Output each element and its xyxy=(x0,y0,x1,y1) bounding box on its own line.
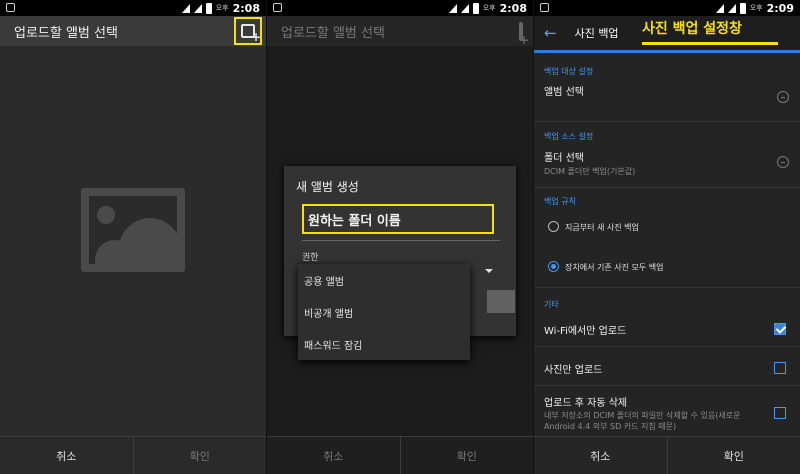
battery-icon xyxy=(739,2,746,14)
section-other: 기타 xyxy=(544,300,559,309)
ampm-label: 오후 xyxy=(215,4,229,12)
page-title: 사진 백업 xyxy=(574,27,619,40)
chevron-down-icon[interactable] xyxy=(485,269,493,273)
photo-backup-settings-screen: 오후 2:09 ← 사진 백업 사진 백업 설정창 백업 대상 설정 앨범 선택… xyxy=(534,0,800,474)
signal-icon xyxy=(181,3,190,13)
wifi-icon xyxy=(727,3,736,13)
section-backup-target: 백업 대상 설정 xyxy=(544,67,594,76)
status-bar: 오후 2:08 xyxy=(267,0,533,16)
wifi-only-checkbox[interactable] xyxy=(774,323,786,335)
image-placeholder-icon xyxy=(81,188,185,272)
option-password-locked[interactable]: 패스워드 잠김 xyxy=(298,328,470,360)
settings-callout-label: 사진 백업 설정창 xyxy=(642,21,742,37)
folder-select-subtitle: DCIM 폴더만 백업(기본값) xyxy=(544,167,636,176)
photos-only-label: 사진만 업로드 xyxy=(544,365,603,376)
notification-icon xyxy=(540,3,549,12)
page-title: 업로드할 앨범 선택 xyxy=(14,25,118,41)
auto-delete-checkbox[interactable] xyxy=(774,407,786,419)
divider xyxy=(534,187,800,188)
auto-delete-label: 업로드 후 자동 삭제 xyxy=(544,398,628,409)
ok-button[interactable]: 확인 xyxy=(666,437,800,474)
album-select-indicator-icon xyxy=(777,91,789,103)
wifi-icon xyxy=(460,3,469,13)
section-backup-source: 백업 소스 설정 xyxy=(544,132,594,141)
app-bar: 업로드할 앨범 선택 xyxy=(267,16,533,46)
album-name-input[interactable]: 원하는 폴더 이름 xyxy=(302,204,494,234)
status-bar: 오후 2:09 xyxy=(534,0,800,16)
back-arrow-icon[interactable]: ← xyxy=(544,24,557,42)
divider xyxy=(534,121,800,122)
divider xyxy=(534,287,800,288)
album-select-item[interactable]: 앨범 선택 xyxy=(544,83,584,98)
signal-icon xyxy=(715,3,724,13)
notification-icon xyxy=(6,3,15,12)
signal-icon xyxy=(448,3,457,13)
bottom-button-bar: 취소 확인 xyxy=(534,436,800,474)
cancel-button[interactable]: 취소 xyxy=(534,437,667,474)
album-select-screen: 오후 2:08 업로드할 앨범 선택 취소 확인 xyxy=(0,0,266,474)
create-album-screen: 오후 2:08 업로드할 앨범 선택 새 앨범 생성 원하는 폴더 이름 권한 … xyxy=(267,0,533,474)
folder-select-item[interactable]: 폴더 선택 xyxy=(544,149,584,164)
settings-list: 백업 대상 설정 앨범 선택 백업 소스 설정 폴더 선택 DCIM 폴더만 백… xyxy=(534,53,800,436)
add-album-button[interactable] xyxy=(519,22,523,41)
bottom-button-bar: 취소 확인 xyxy=(267,436,533,474)
ok-button[interactable]: 확인 xyxy=(132,437,267,474)
add-album-icon xyxy=(241,24,261,44)
notification-icon xyxy=(273,3,282,12)
clock: 2:08 xyxy=(232,1,260,15)
ok-button[interactable]: 확인 xyxy=(399,437,534,474)
wifi-only-label: Wi-Fi에서만 업로드 xyxy=(544,326,627,337)
divider xyxy=(534,385,800,386)
ampm-label: 오후 xyxy=(749,4,763,12)
app-bar: 업로드할 앨범 선택 xyxy=(0,16,266,46)
auto-delete-subtitle: 내부 저장소의 DCIM 폴더의 파일만 삭제할 수 있음(새로운 Androi… xyxy=(544,411,741,431)
photos-only-checkbox[interactable] xyxy=(774,362,786,374)
permission-dropdown: 공용 앨범 비공개 앨범 패스워드 잠김 xyxy=(298,264,470,360)
wifi-icon xyxy=(193,3,202,13)
battery-icon xyxy=(472,2,479,14)
radio-all-photos-label: 장치에서 기존 사진 모두 백업 xyxy=(565,263,664,272)
dialog-title: 새 앨범 생성 xyxy=(296,180,359,194)
option-public-album[interactable]: 공용 앨범 xyxy=(298,264,470,296)
cancel-button[interactable]: 취소 xyxy=(0,437,133,474)
folder-select-indicator-icon xyxy=(777,156,789,168)
clock: 2:09 xyxy=(766,1,794,15)
status-bar: 오후 2:08 xyxy=(0,0,266,16)
clock: 2:08 xyxy=(499,1,527,15)
dialog-ok-button[interactable] xyxy=(487,290,515,313)
radio-all-photos[interactable] xyxy=(548,261,559,272)
permission-label: 권한 xyxy=(302,253,319,263)
callout-underline xyxy=(642,42,778,45)
battery-icon xyxy=(205,2,212,14)
radio-new-photos[interactable] xyxy=(548,221,559,232)
divider xyxy=(534,346,800,347)
option-private-album[interactable]: 비공개 앨범 xyxy=(298,296,470,328)
add-album-button[interactable] xyxy=(234,17,262,45)
section-backup-rule: 백업 규칙 xyxy=(544,197,576,206)
radio-new-photos-label: 지금부터 새 사진 백업 xyxy=(565,223,639,232)
add-album-icon xyxy=(519,22,523,41)
input-underline xyxy=(302,240,500,241)
cancel-button[interactable]: 취소 xyxy=(267,437,400,474)
bottom-button-bar: 취소 확인 xyxy=(0,436,266,474)
ampm-label: 오후 xyxy=(482,4,496,12)
page-title: 업로드할 앨범 선택 xyxy=(281,25,385,41)
